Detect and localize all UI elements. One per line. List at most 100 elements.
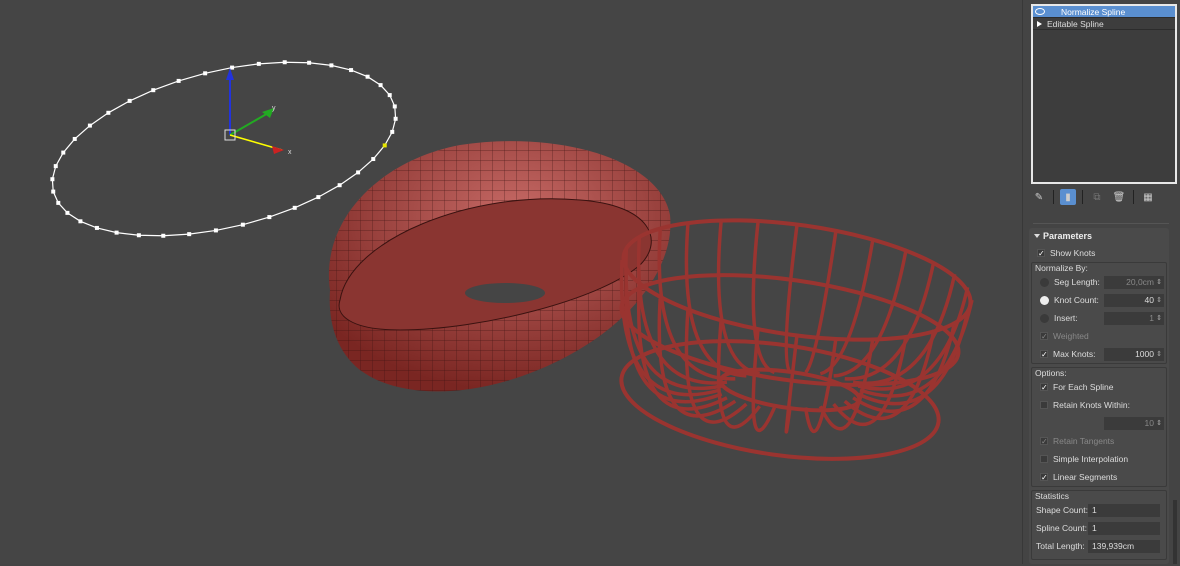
label: Max Knots: — [1053, 349, 1096, 359]
spline-knot[interactable] — [213, 228, 218, 233]
solid-bowl[interactable] — [328, 141, 671, 392]
max-knots-checkbox[interactable]: ✓ Max Knots: 1000 — [1032, 345, 1166, 363]
spline-knot[interactable] — [114, 230, 119, 235]
spline-knot[interactable] — [356, 170, 361, 175]
weighted-checkbox[interactable]: ✓ Weighted — [1032, 327, 1166, 345]
spline-knot[interactable] — [65, 210, 70, 215]
spline-knot[interactable] — [187, 232, 192, 237]
shape-count-value: 1 — [1088, 503, 1160, 517]
basket-rib — [684, 224, 747, 378]
stack-toolbar: ✎ ▮ ⧉ 🗑 ▦ — [1031, 188, 1156, 206]
spline-knot[interactable] — [365, 74, 370, 79]
retain-knots-within-checkbox[interactable]: Retain Knots Within: — [1032, 396, 1166, 414]
configure-sets-icon[interactable]: ▦ — [1140, 189, 1156, 205]
spline-knot[interactable] — [176, 78, 181, 83]
max-knots-spinner[interactable]: 1000 — [1104, 347, 1164, 361]
stack-item-normalize-spline[interactable]: Normalize Spline — [1033, 6, 1175, 18]
insert-radio[interactable]: Insert: 1 — [1032, 309, 1166, 327]
knot-count-spinner[interactable]: 40 — [1104, 293, 1164, 307]
spline-knot[interactable] — [282, 60, 287, 65]
spline-ellipse[interactable] — [50, 60, 398, 238]
statistics-group: Statistics Shape Count: 1 Spline Count: 1 … — [1031, 490, 1167, 560]
viewport[interactable]: y x — [0, 0, 1022, 564]
label: Total Length: — [1036, 541, 1085, 551]
spline-knot[interactable] — [161, 233, 166, 238]
spline-knot[interactable] — [256, 61, 261, 66]
spline-knot[interactable] — [240, 222, 245, 227]
for-each-spline-checkbox[interactable]: ✓ For Each Spline — [1032, 378, 1166, 396]
label: For Each Spline — [1053, 382, 1114, 392]
seg-length-spinner[interactable]: 20,0cm — [1104, 275, 1164, 289]
make-unique-icon[interactable]: ⧉ — [1089, 189, 1105, 205]
label: Retain Tangents — [1053, 436, 1115, 446]
parameters-header[interactable]: Parameters — [1029, 228, 1169, 244]
pin-stack-icon[interactable]: ✎ — [1031, 189, 1047, 205]
spline-knot[interactable] — [292, 205, 297, 210]
spline-curve[interactable] — [51, 61, 397, 237]
modifier-stack[interactable]: Normalize Spline Editable Spline — [1031, 4, 1177, 184]
spline-knot[interactable] — [136, 233, 141, 238]
simple-interpolation-checkbox[interactable]: Simple Interpolation — [1032, 450, 1166, 468]
spline-knot[interactable] — [78, 219, 83, 224]
spline-knot[interactable] — [387, 93, 392, 98]
spline-knot[interactable] — [203, 71, 208, 76]
spline-knot[interactable] — [371, 157, 376, 162]
transform-gizmo[interactable]: y x — [224, 68, 292, 156]
spline-knot[interactable] — [316, 195, 321, 200]
spline-count-value: 1 — [1088, 521, 1160, 535]
spline-knot[interactable] — [382, 143, 387, 148]
eye-icon[interactable] — [1035, 8, 1045, 15]
group-label: Options: — [1035, 368, 1067, 378]
spline-knot[interactable] — [390, 129, 395, 134]
gizmo-x-label: x — [288, 149, 292, 156]
spline-knot[interactable] — [307, 60, 312, 65]
spline-knot[interactable] — [94, 225, 99, 230]
spline-knot[interactable] — [127, 98, 132, 103]
insert-spinner[interactable]: 1 — [1104, 311, 1164, 325]
spline-knot[interactable] — [267, 215, 272, 220]
spline-knot[interactable] — [106, 110, 111, 115]
spline-knot[interactable] — [337, 183, 342, 188]
spline-knot[interactable] — [87, 123, 92, 128]
scene: y x — [50, 60, 978, 477]
group-label: Normalize By: — [1035, 263, 1088, 273]
stack-item-editable-spline[interactable]: Editable Spline — [1033, 18, 1175, 30]
spline-knot[interactable] — [53, 164, 58, 169]
spline-knot[interactable] — [329, 63, 334, 68]
spline-knot[interactable] — [61, 150, 66, 155]
gizmo-y-label: y — [272, 105, 276, 112]
show-end-result-icon[interactable]: ▮ — [1060, 189, 1076, 205]
label: Simple Interpolation — [1053, 454, 1129, 464]
label: Shape Count: — [1036, 505, 1088, 515]
spline-knot[interactable] — [56, 200, 61, 205]
seg-length-radio[interactable]: Seg Length: 20,0cm — [1032, 273, 1166, 291]
spline-knot[interactable] — [72, 136, 77, 141]
group-label: Statistics — [1035, 491, 1070, 501]
retain-knots-spinner[interactable]: 10 — [1104, 416, 1164, 430]
spline-knot[interactable] — [230, 65, 235, 70]
retain-tangents-checkbox[interactable]: ✓ Retain Tangents — [1032, 432, 1166, 450]
spline-knot[interactable] — [392, 104, 397, 109]
spline-knot[interactable] — [378, 83, 383, 88]
options-group: Options: ✓ For Each Spline Retain Knots W… — [1031, 367, 1167, 487]
expand-triangle-icon[interactable] — [1037, 21, 1042, 27]
label: Linear Segments — [1053, 472, 1118, 482]
spline-knot[interactable] — [151, 88, 156, 93]
show-knots-checkbox[interactable]: ✓ Show Knots — [1029, 244, 1169, 262]
normalize-by-group: Normalize By: Seg Length: 20,0cm Knot Cou… — [1031, 262, 1167, 364]
basket-rib — [657, 229, 736, 381]
linear-segments-checkbox[interactable]: ✓ Linear Segments — [1032, 468, 1166, 486]
panel-scrollbar[interactable] — [1173, 500, 1177, 564]
spline-knot[interactable] — [393, 116, 398, 121]
remove-modifier-icon[interactable]: 🗑 — [1111, 189, 1127, 205]
stack-item-label: Normalize Spline — [1061, 7, 1126, 17]
label: Knot Count: — [1054, 295, 1099, 305]
knot-count-radio[interactable]: Knot Count: 40 — [1032, 291, 1166, 309]
wire-basket[interactable] — [614, 201, 978, 477]
stack-item-label: Editable Spline — [1047, 19, 1104, 29]
splitter[interactable] — [1033, 223, 1169, 224]
spline-knot[interactable] — [50, 177, 55, 182]
label: Show Knots — [1050, 248, 1096, 258]
spline-knot[interactable] — [51, 189, 56, 194]
spline-knot[interactable] — [349, 68, 354, 73]
